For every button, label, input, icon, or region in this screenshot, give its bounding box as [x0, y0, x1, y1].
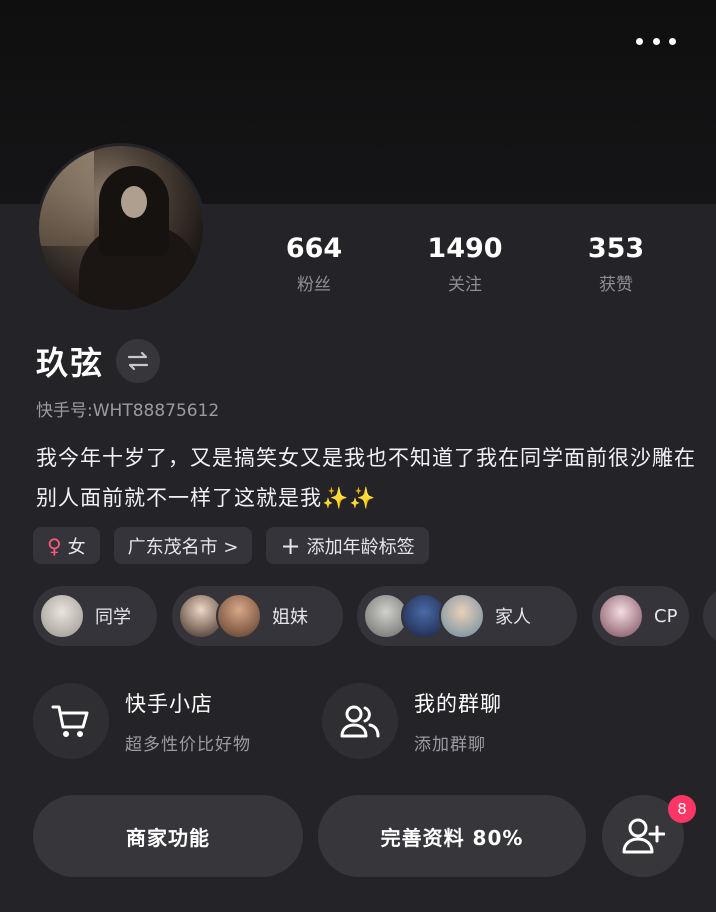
more-options-icon[interactable]	[636, 34, 676, 48]
relation-classmate[interactable]: 同学	[33, 586, 157, 646]
relation-avatar	[439, 593, 485, 639]
relation-family[interactable]: 家人	[357, 586, 577, 646]
relation-avatar	[216, 593, 262, 639]
add-age-label: 添加年龄标签	[306, 536, 415, 558]
name-row: 玖弦	[36, 338, 161, 384]
gender-tag[interactable]: ♀ 女	[33, 527, 100, 564]
shop-title: 快手小店	[125, 691, 213, 716]
group-users-icon	[322, 683, 398, 759]
stats-row: 664 粉丝 1490 关注 353 获赞	[0, 232, 716, 302]
relation-label: 家人	[495, 607, 531, 628]
tag-row: ♀ 女 广东茂名市 > + 添加年龄标签	[33, 527, 429, 564]
add-age-tag[interactable]: + 添加年龄标签	[266, 527, 429, 564]
relationship-row: 同学 姐妹 家人 CP	[33, 586, 716, 646]
group-title: 我的群聊	[414, 691, 502, 716]
stat-likes-value: 353	[587, 233, 645, 264]
location-tag[interactable]: 广东茂名市 >	[113, 527, 253, 564]
relation-avatar	[598, 593, 644, 639]
shop-shortcut[interactable]: 快手小店 超多性价比好物	[33, 683, 251, 759]
stat-likes[interactable]: 353 获赞	[556, 232, 676, 295]
relation-sisters[interactable]: 姐妹	[172, 586, 343, 646]
plus-icon: +	[280, 531, 301, 560]
user-id[interactable]: 快手号:WHT88875612	[36, 396, 219, 421]
location-label: 广东茂名市 >	[127, 536, 239, 558]
relation-more[interactable]	[703, 586, 716, 646]
add-user-icon	[622, 818, 665, 854]
switch-account-icon[interactable]	[116, 339, 161, 383]
relation-cp[interactable]: CP	[592, 586, 689, 646]
relation-label: 姐妹	[272, 607, 308, 628]
merchant-button[interactable]: 商家功能	[33, 795, 303, 877]
stat-following-value: 1490	[427, 233, 503, 264]
relation-avatar	[39, 593, 85, 639]
stat-fans-value: 664	[285, 233, 343, 264]
profile-name: 玖弦	[36, 344, 105, 382]
group-chat-shortcut[interactable]: 我的群聊 添加群聊	[322, 683, 502, 759]
relation-label: 同学	[95, 607, 131, 628]
shop-subtitle: 超多性价比好物	[125, 734, 251, 755]
female-icon: ♀	[47, 533, 62, 558]
bio-text: 我今年十岁了，又是搞笑女又是我也不知道了我在同学面前很沙雕在别人面前就不一样了这…	[36, 446, 696, 510]
stat-fans[interactable]: 664 粉丝	[254, 232, 374, 295]
gender-label: 女	[67, 536, 86, 558]
notification-badge: 8	[668, 795, 696, 823]
stat-fans-label: 粉丝	[297, 275, 331, 295]
stat-following-label: 关注	[448, 275, 482, 295]
shopping-cart-icon	[33, 683, 109, 759]
relation-label: CP	[654, 605, 678, 627]
complete-profile-button[interactable]: 完善资料 80%	[318, 795, 586, 877]
stat-following[interactable]: 1490 关注	[405, 232, 525, 295]
stat-likes-label: 获赞	[599, 275, 633, 295]
group-subtitle: 添加群聊	[414, 734, 486, 755]
